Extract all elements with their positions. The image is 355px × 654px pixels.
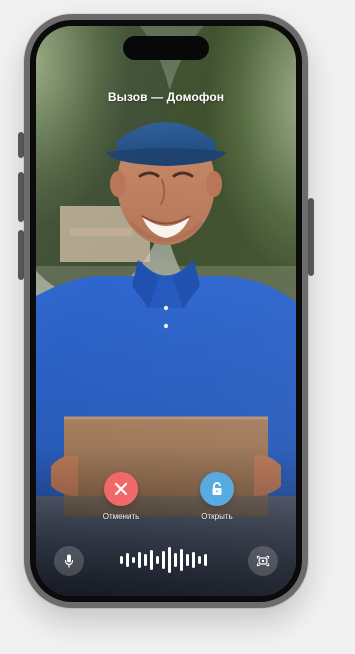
open-action[interactable]: Открыть (185, 472, 249, 522)
call-actions: Отменить Открыть (36, 472, 296, 550)
open-button[interactable] (200, 472, 234, 506)
microphone-button[interactable] (54, 546, 84, 576)
camera-switch-icon (256, 555, 270, 567)
camera-switch-button[interactable] (248, 546, 278, 576)
dynamic-island (123, 36, 209, 60)
cancel-action[interactable]: Отменить (89, 472, 153, 522)
call-title: Вызов — Домофон (107, 90, 225, 104)
open-label: Открыть (201, 512, 233, 521)
audio-waveform-icon (120, 547, 207, 573)
microphone-icon (64, 554, 74, 568)
phone-screen: Вызов — Домофон Отменить Открыть (36, 26, 296, 596)
cancel-label: Отменить (102, 512, 140, 521)
phone-power-button (308, 198, 314, 276)
phone-frame: Вызов — Домофон Отменить Открыть (24, 14, 308, 608)
cancel-button[interactable] (104, 472, 138, 506)
phone-preview-stage: Вызов — Домофон Отменить Открыть (0, 0, 355, 654)
unlock-icon (212, 482, 222, 495)
close-icon (114, 482, 128, 496)
bottom-controls (36, 542, 296, 578)
